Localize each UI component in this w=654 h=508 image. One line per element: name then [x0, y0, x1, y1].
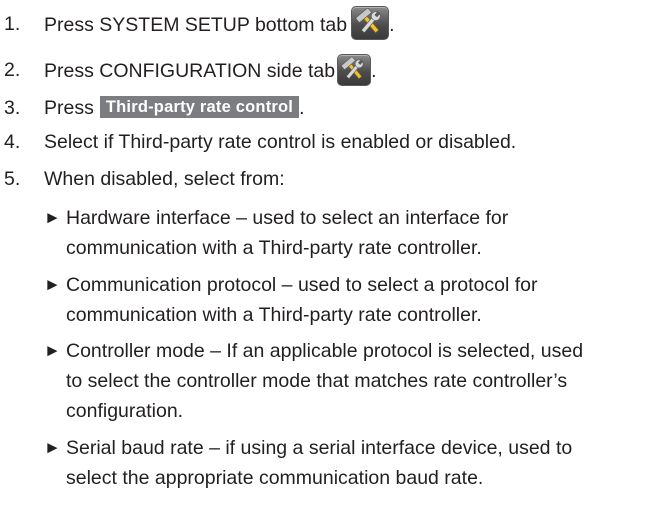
step-number: 5. — [4, 168, 21, 190]
option-line: Communication protocol – used to select … — [66, 274, 538, 296]
step-number: 1. — [4, 13, 21, 35]
option-line: Controller mode – If an applicable proto… — [66, 340, 584, 362]
step-number: 2. — [4, 59, 21, 81]
bullet-icon: ► — [44, 438, 61, 457]
option-line: select the appropriate communication bau… — [66, 467, 484, 489]
step-text: When disabled, select from: — [44, 168, 285, 190]
option-line: configuration. — [66, 400, 184, 422]
step-number: 3. — [4, 97, 21, 119]
option-line: Serial baud rate – if using a serial int… — [66, 437, 573, 459]
option-line: to select the controller mode that match… — [66, 370, 568, 392]
step-text: Select if Third-party rate control is en… — [44, 131, 517, 153]
step-number: 4. — [4, 131, 21, 153]
bullet-icon: ► — [44, 275, 61, 294]
step-text: Press CONFIGURATION side tab — [44, 60, 336, 83]
option-line: communication with a Third-party rate co… — [66, 304, 482, 326]
step-text: Press SYSTEM SETUP bottom tab — [44, 14, 348, 37]
option-line: Hardware interface – used to select an i… — [66, 207, 509, 229]
option-line: communication with a Third-party rate co… — [66, 237, 482, 259]
configuration-icon — [337, 54, 372, 86]
instructions: 1. Press SYSTEM SETUP bottom tab. 2. Pre… — [0, 0, 654, 508]
step-text: Press — [44, 97, 94, 119]
system-setup-icon — [351, 6, 390, 40]
third-party-rate-control-button: Third-party rate control — [99, 96, 300, 119]
bullet-icon: ► — [44, 208, 61, 227]
bullet-icon: ► — [44, 341, 61, 360]
